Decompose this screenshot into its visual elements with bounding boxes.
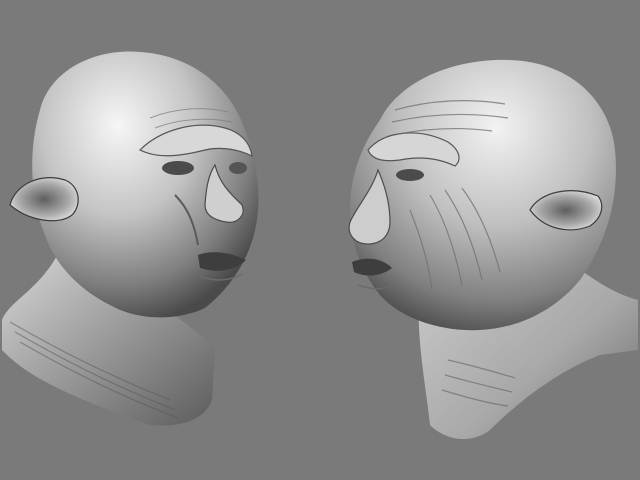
- left-eye: [162, 161, 194, 175]
- left-ear: [9, 177, 79, 222]
- right-eye: [396, 169, 424, 181]
- render-viewport: [0, 0, 640, 480]
- left-sculpted-head: [2, 51, 259, 426]
- left-eye-far: [229, 162, 247, 174]
- right-sculpted-head: [348, 59, 638, 440]
- render-canvas: [2, 51, 638, 440]
